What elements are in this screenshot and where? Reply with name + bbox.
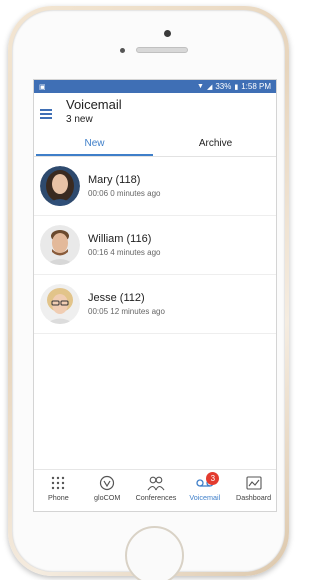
tab-archive[interactable]: Archive: [155, 135, 276, 156]
home-button[interactable]: [125, 526, 184, 580]
wifi-icon: ▼: [197, 83, 204, 90]
nav-phone[interactable]: Phone: [34, 470, 83, 511]
tab-new[interactable]: New: [34, 135, 155, 156]
avatar: [40, 166, 80, 206]
nav-glocom[interactable]: gloCOM: [83, 470, 132, 511]
voicemail-item[interactable]: William (116) 00:16 4 minutes ago: [34, 216, 276, 275]
app-header: Voicemail 3 new: [34, 93, 276, 135]
nav-dashboard[interactable]: Dashboard: [229, 470, 276, 511]
nav-label: Conferences: [135, 493, 177, 502]
avatar: [40, 225, 80, 265]
conference-icon: [145, 475, 167, 491]
page-title: Voicemail: [66, 97, 122, 112]
clock: 1:58 PM: [241, 82, 271, 91]
nav-label: gloCOM: [94, 493, 121, 502]
voicemail-list: Mary (118) 00:06 0 minutes ago William (…: [34, 157, 276, 334]
dashboard-icon: [243, 475, 265, 491]
avatar: [40, 284, 80, 324]
voicemail-meta: 00:05 12 minutes ago: [88, 307, 165, 316]
app-screen: ▣ ▼ ◢ 33% ▮ 1:58 PM Voicemail 3 new New …: [33, 79, 277, 512]
caller-name: William (116): [88, 233, 152, 245]
caller-name: Mary (118): [88, 174, 141, 186]
status-right: ▼ ◢ 33% ▮ 1:58 PM: [197, 82, 271, 91]
nav-voicemail[interactable]: 3 Voicemail: [180, 470, 229, 511]
proximity-sensor: [120, 48, 125, 53]
chat-icon: [96, 475, 118, 491]
unread-badge: 3: [206, 472, 220, 485]
bottom-nav: Phone gloCOM Conferences 3 Voicemail Das…: [34, 469, 276, 511]
tab-bar: New Archive: [34, 135, 276, 157]
notification-icon: ▣: [39, 83, 46, 91]
voicemail-meta: 00:16 4 minutes ago: [88, 248, 161, 257]
nav-label: Dashboard: [236, 493, 272, 502]
dialpad-icon: [47, 475, 69, 491]
status-bar: ▣ ▼ ◢ 33% ▮ 1:58 PM: [34, 80, 276, 93]
earpiece-speaker: [136, 47, 188, 53]
battery-percent: 33%: [215, 82, 232, 91]
voicemail-meta: 00:06 0 minutes ago: [88, 189, 161, 198]
signal-icon: ◢: [206, 83, 213, 91]
battery-icon: ▮: [234, 83, 239, 91]
new-count: 3 new: [66, 114, 93, 125]
nav-label: Phone: [48, 493, 69, 502]
voicemail-item[interactable]: Mary (118) 00:06 0 minutes ago: [34, 157, 276, 216]
nav-conferences[interactable]: Conferences: [132, 470, 181, 511]
caller-name: Jesse (112): [88, 292, 145, 304]
voicemail-item[interactable]: Jesse (112) 00:05 12 minutes ago: [34, 275, 276, 334]
hamburger-menu-icon[interactable]: [40, 109, 52, 119]
nav-label: Voicemail: [189, 493, 221, 502]
front-camera: [164, 30, 171, 37]
